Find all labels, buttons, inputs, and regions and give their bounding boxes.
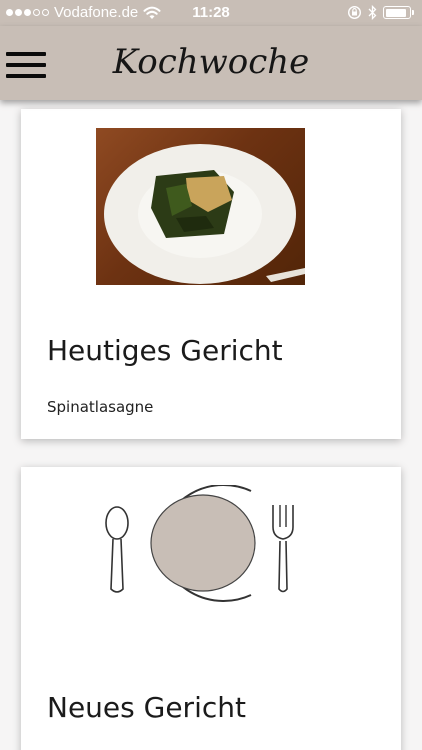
card-heading: Heutiges Gericht — [47, 334, 283, 367]
main-content[interactable]: Heutiges Gericht Spinatlasagne Neues Ger… — [0, 100, 422, 750]
status-bar: Vodafone.de 11:28 — [0, 0, 422, 26]
plate-cutlery-icon — [105, 485, 294, 602]
new-dish-card[interactable]: Neues Gericht — [21, 467, 401, 750]
dish-name: Spinatlasagne — [47, 398, 154, 416]
card-heading: Neues Gericht — [47, 691, 246, 724]
app-header: Kochwoche — [0, 26, 422, 100]
todays-dish-card[interactable]: Heutiges Gericht Spinatlasagne — [21, 109, 401, 439]
rotation-lock-icon — [347, 5, 362, 20]
spinach-lasagne-photo — [96, 128, 305, 285]
bluetooth-icon — [368, 5, 377, 20]
battery-icon — [383, 6, 411, 19]
app-title: Kochwoche — [112, 42, 310, 82]
status-icons — [347, 5, 414, 20]
